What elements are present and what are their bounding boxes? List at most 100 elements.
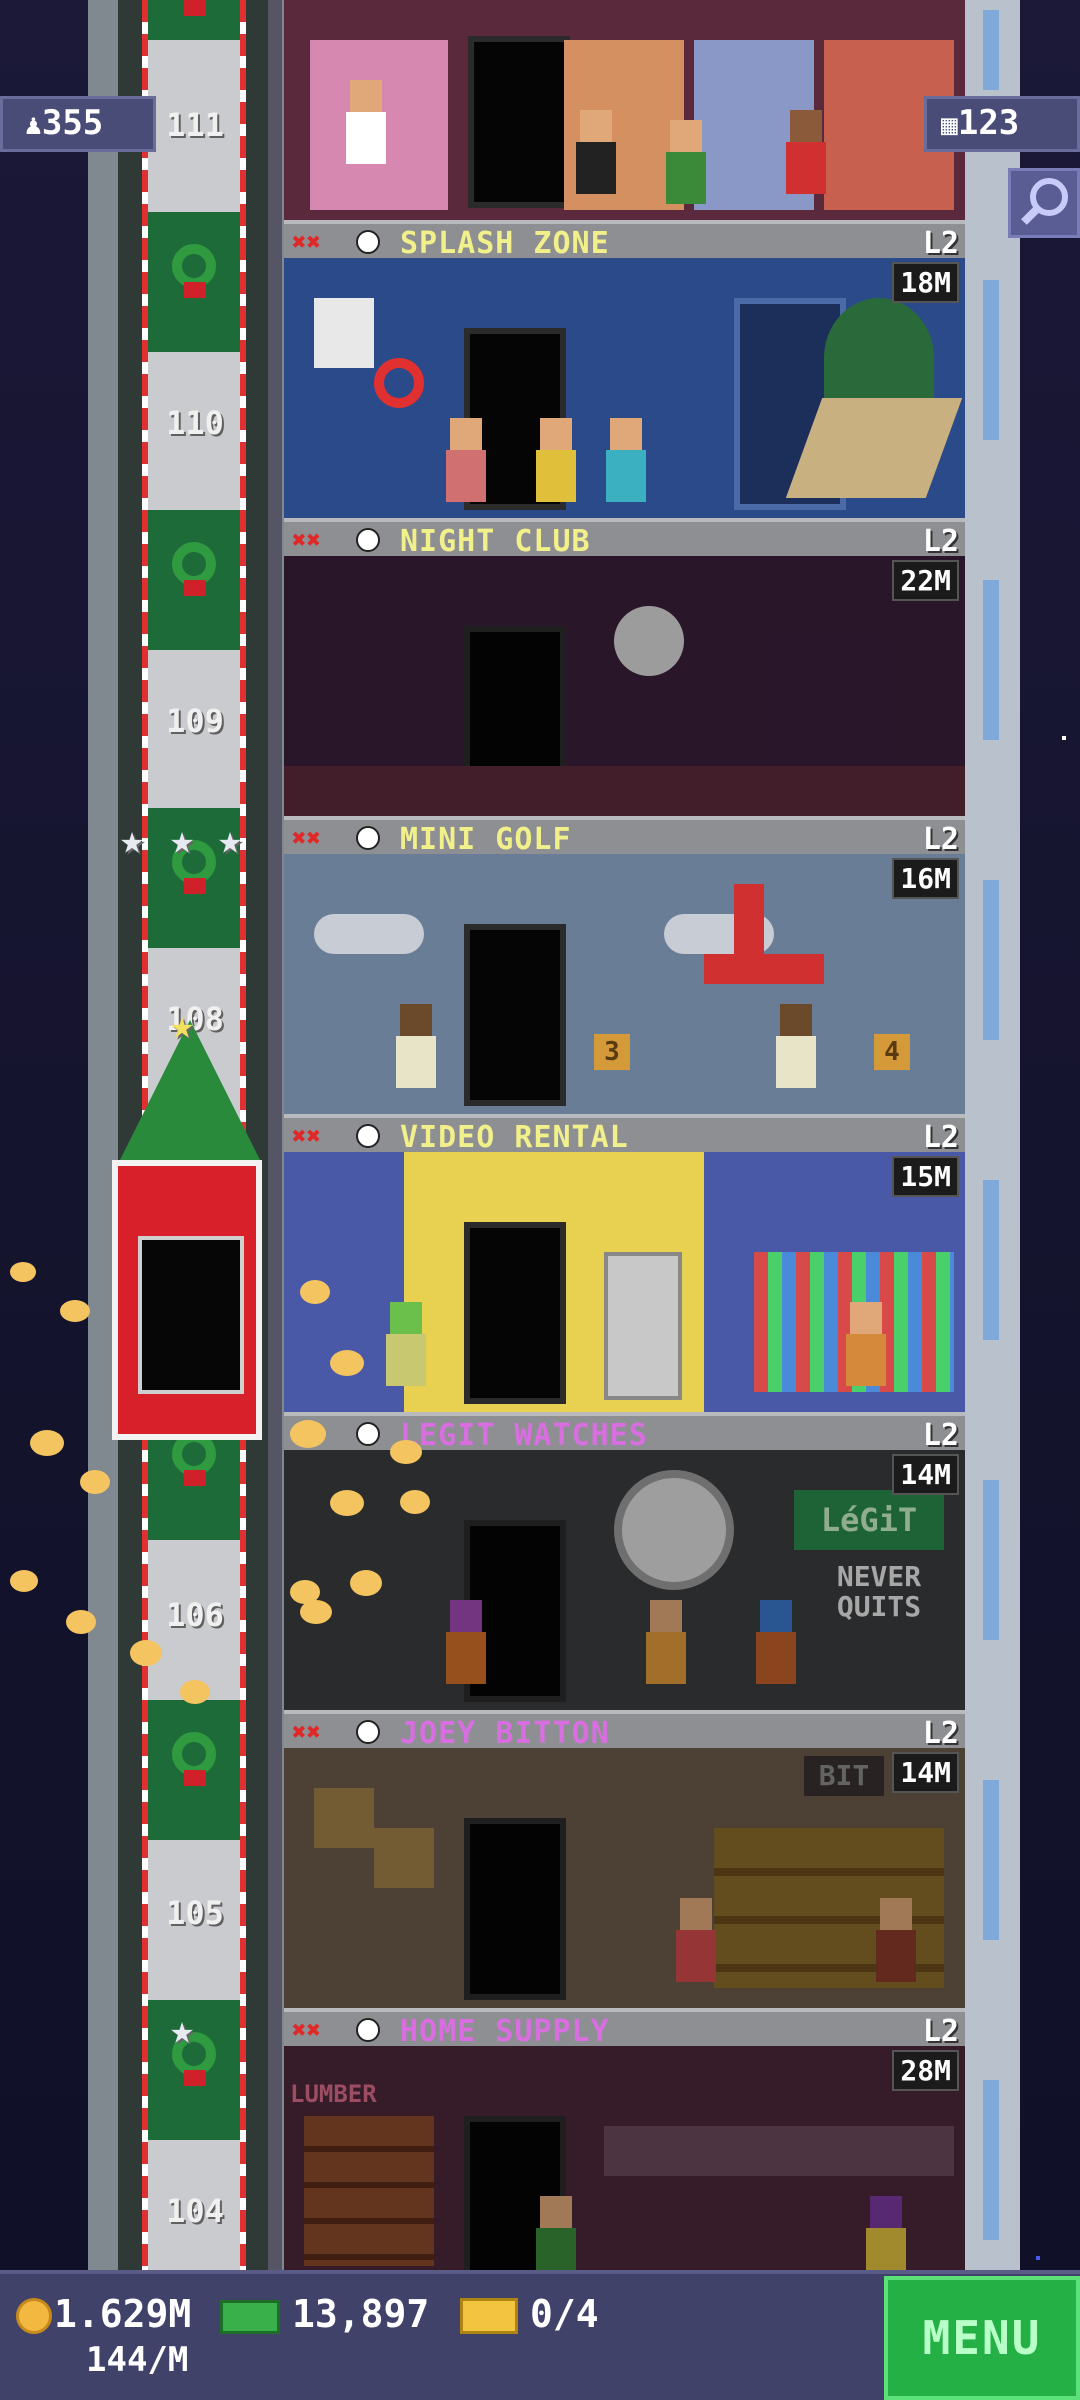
x-marks-icon: ✖✖ bbox=[292, 2016, 321, 2044]
floor-price: 14M bbox=[892, 1752, 959, 1793]
resident-count: 355 bbox=[41, 103, 104, 143]
resident[interactable] bbox=[344, 80, 388, 164]
floor-number: 104 bbox=[166, 2192, 224, 2230]
floor-price: 15M bbox=[892, 1156, 959, 1197]
resident[interactable] bbox=[384, 1302, 428, 1386]
floor-home-supply[interactable]: ✖✖ HOME SUPPLY L2 LUMBER 28M bbox=[284, 2008, 965, 2270]
floor-header: ✖✖ HOME SUPPLY L2 bbox=[284, 2008, 965, 2049]
floor-header: ✖✖ SPLASH ZONE L2 bbox=[284, 220, 965, 261]
resident[interactable] bbox=[534, 418, 578, 502]
floor-price: 22M bbox=[892, 560, 959, 601]
floor-price: 18M bbox=[892, 262, 959, 303]
tower-bux-balance[interactable]: 13,897 bbox=[292, 2292, 429, 2336]
star-icon: ★ bbox=[170, 2007, 195, 2053]
floor-count-badge[interactable]: ▦123 bbox=[924, 96, 1080, 152]
elevator-lobby bbox=[148, 510, 240, 650]
x-marks-icon: ✖✖ bbox=[292, 1718, 321, 1746]
resident-count-badge[interactable]: ♟355 bbox=[0, 96, 156, 152]
room-interior[interactable]: LéGiT NEVER QUITS 14M bbox=[284, 1450, 965, 1710]
golf-hole-sign: 3 bbox=[594, 1034, 630, 1070]
room-interior[interactable]: BIT 14M bbox=[284, 1748, 965, 2008]
resident[interactable] bbox=[604, 418, 648, 502]
room-interior[interactable]: 18M bbox=[284, 258, 965, 518]
clock-icon bbox=[356, 1124, 380, 1148]
tower-bux-icon bbox=[220, 2300, 280, 2334]
x-marks-icon: ✖✖ bbox=[292, 526, 321, 554]
resident[interactable] bbox=[444, 418, 488, 502]
room-door bbox=[464, 924, 566, 1106]
coin-particle bbox=[300, 1280, 330, 1304]
resident[interactable] bbox=[574, 110, 618, 194]
floor-level: L2 bbox=[922, 1716, 959, 1751]
clock-icon bbox=[356, 230, 380, 254]
room-interior[interactable]: 15M bbox=[284, 1152, 965, 1412]
tower-right-wall bbox=[965, 0, 1020, 2270]
resident[interactable] bbox=[664, 120, 708, 204]
coin-particle bbox=[66, 1610, 96, 1634]
tree-star-icon: ★ bbox=[170, 1002, 195, 1048]
coin-particle bbox=[330, 1350, 364, 1376]
floor-header: ✖✖ JOEY BITTON L2 bbox=[284, 1710, 965, 1751]
floor-video-rental[interactable]: ✖✖ VIDEO RENTAL L2 15M bbox=[284, 1114, 965, 1412]
top-floor-room[interactable] bbox=[284, 0, 965, 220]
resident[interactable] bbox=[784, 110, 828, 194]
x-marks-icon: ✖✖ bbox=[292, 1122, 321, 1150]
floor-header: ✖✖ VIDEO RENTAL L2 bbox=[284, 1114, 965, 1155]
floor-level: L2 bbox=[922, 524, 959, 559]
star bbox=[1062, 736, 1066, 740]
floor-mini-golf[interactable]: ✖✖ MINI GOLF L2 3 4 16M bbox=[284, 816, 965, 1114]
floor-header: ✖✖ LEGIT WATCHES L2 bbox=[284, 1412, 965, 1453]
room-door bbox=[464, 1222, 566, 1404]
coin-particle bbox=[390, 1440, 422, 1464]
clock-icon bbox=[356, 1422, 380, 1446]
coin-balance[interactable]: 1.629M bbox=[54, 2292, 191, 2336]
floor-joey-bitton[interactable]: ✖✖ JOEY BITTON L2 BIT 14M bbox=[284, 1710, 965, 2008]
floor-level: L2 bbox=[922, 226, 959, 261]
room-interior[interactable]: LUMBER 28M bbox=[284, 2046, 965, 2270]
floor-number: 111 bbox=[166, 106, 224, 144]
coin-rate: 144/M bbox=[86, 2340, 189, 2380]
floor-count: 123 bbox=[957, 103, 1020, 143]
floor-number: 109 bbox=[166, 702, 224, 740]
coin-particle bbox=[60, 1300, 90, 1322]
floor-level: L2 bbox=[922, 1120, 959, 1155]
coin-particle bbox=[300, 1600, 332, 1624]
coin-particle bbox=[180, 1680, 210, 1704]
elevator-lobby bbox=[148, 1700, 240, 1840]
resident[interactable] bbox=[774, 1004, 818, 1088]
room-interior[interactable]: 3 4 16M bbox=[284, 854, 965, 1114]
floor-number: 110 bbox=[166, 404, 224, 442]
floor-night-club[interactable]: ✖✖ NIGHT CLUB L2 22M bbox=[284, 518, 965, 816]
resident[interactable] bbox=[844, 1302, 888, 1386]
x-marks-icon: ✖✖ bbox=[292, 228, 321, 256]
tower-divider bbox=[268, 0, 282, 2270]
elevator-lobby bbox=[148, 212, 240, 352]
floor-level: L2 bbox=[922, 822, 959, 857]
clock-icon bbox=[356, 2018, 380, 2042]
floor-number: 106 bbox=[166, 1596, 224, 1634]
resident[interactable] bbox=[394, 1004, 438, 1088]
star-rating-icon: ★ bbox=[170, 817, 195, 863]
floor-legit-watches[interactable]: ✖✖ LEGIT WATCHES L2 LéGiT NEVER QUITS 14… bbox=[284, 1412, 965, 1710]
building-icon: ▦ bbox=[941, 108, 958, 141]
menu-button[interactable]: MENU bbox=[884, 2276, 1080, 2400]
floor-splash-zone[interactable]: ✖✖ SPLASH ZONE L2 18M bbox=[284, 220, 965, 518]
clock-icon bbox=[356, 826, 380, 850]
ticket-count[interactable]: 0/4 bbox=[530, 2292, 599, 2336]
floor-price: 28M bbox=[892, 2050, 959, 2091]
person-icon: ♟ bbox=[25, 108, 42, 141]
floor-name: SPLASH ZONE bbox=[400, 226, 610, 261]
floor-header: ✖✖ MINI GOLF L2 bbox=[284, 816, 965, 857]
coin-particle bbox=[350, 1570, 382, 1596]
coin-particle bbox=[290, 1420, 326, 1448]
coin-particle bbox=[80, 1470, 110, 1494]
elevator-car[interactable] bbox=[112, 1160, 262, 1440]
star bbox=[1036, 2256, 1040, 2260]
star-rating-icon: ★ bbox=[218, 817, 243, 863]
room-interior[interactable]: 22M bbox=[284, 556, 965, 816]
search-button[interactable] bbox=[1008, 168, 1080, 238]
coin-particle bbox=[30, 1430, 64, 1456]
coin-particle bbox=[400, 1490, 430, 1514]
floor-name: NIGHT CLUB bbox=[400, 524, 591, 559]
clock-icon bbox=[356, 528, 380, 552]
